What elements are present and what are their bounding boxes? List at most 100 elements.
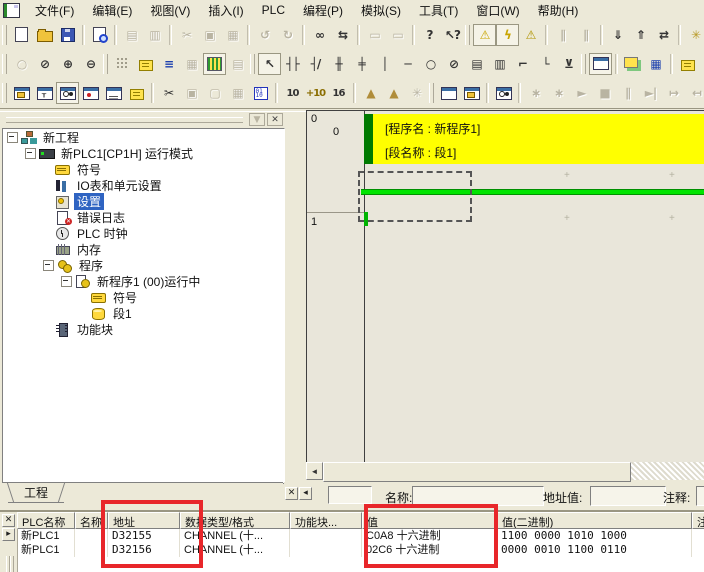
window-view-icon[interactable] <box>589 53 612 75</box>
toolbar-grip[interactable] <box>429 83 434 103</box>
show-symbol-window-icon[interactable] <box>492 82 515 104</box>
show-diagram-window-icon[interactable] <box>437 82 460 104</box>
toolbar-grip[interactable] <box>2 54 7 74</box>
window-properties-icon[interactable] <box>125 82 148 104</box>
menu-item-7[interactable]: 工具(T) <box>410 0 467 21</box>
window-watch-icon[interactable] <box>56 82 79 104</box>
watch-column-header[interactable]: 值(二进制) <box>497 512 692 529</box>
view-properties-icon[interactable] <box>88 24 111 46</box>
binary-monitor-icon[interactable] <box>249 82 272 104</box>
new-closed-contact-icon[interactable]: ┤/ <box>304 53 327 75</box>
new-or-contact-icon[interactable]: ╫ <box>327 53 350 75</box>
monitor-icon[interactable]: ϟ <box>496 24 519 46</box>
tree-item-plc-clock[interactable]: PLC 时钟 <box>3 225 284 241</box>
new-instruction-2-icon[interactable]: ▥ <box>488 53 511 75</box>
toolbar-grip[interactable] <box>465 25 470 45</box>
tree-expander-project[interactable] <box>7 132 18 143</box>
menu-item-2[interactable]: 视图(V) <box>141 0 199 21</box>
set-value-up-1-icon[interactable]: ▲ <box>359 82 382 104</box>
watch-column-header[interactable]: PLC名称 <box>17 512 75 529</box>
watch-close-button[interactable]: ✕ <box>2 514 15 527</box>
menu-item-0[interactable]: 文件(F) <box>26 0 83 21</box>
tree-expander-programs[interactable] <box>43 260 54 271</box>
tree-item-programs[interactable]: 程序 <box>3 257 284 273</box>
tree-item-section-1[interactable]: 段1 <box>3 305 284 321</box>
bar-collapse-button[interactable]: ◂ <box>299 487 312 500</box>
online-edit-begin-icon[interactable]: ✳ <box>684 24 704 46</box>
ladder-editor[interactable]: 0 0 1 [程序名 : 新程序1] [段名称 : 段1] + + + + <box>306 110 704 463</box>
menu-item-6[interactable]: 模拟(S) <box>352 0 410 21</box>
tree-item-io-table[interactable]: IO表和单元设置 <box>3 177 284 193</box>
window-explorer-icon[interactable] <box>10 82 33 104</box>
stack-view-icon[interactable] <box>621 53 644 75</box>
new-or-closed-contact-icon[interactable]: ╪ <box>350 53 373 75</box>
address-input[interactable] <box>590 486 666 506</box>
watch-grip[interactable] <box>10 556 14 572</box>
watch-column-header[interactable]: 名称 <box>75 512 108 529</box>
zoom-out-icon[interactable]: ⊖ <box>79 53 102 75</box>
watch-row[interactable]: 新PLC1D32155CHANNEL (十...C0A8 十六进制1100 00… <box>17 529 704 543</box>
toolbar-grip[interactable] <box>2 83 7 103</box>
zoom-to-fit-icon[interactable]: ⊘ <box>33 53 56 75</box>
rung-comment-icon[interactable] <box>134 53 157 75</box>
comment-input[interactable] <box>696 486 704 506</box>
invert-result-icon[interactable]: ⊻ <box>557 53 580 75</box>
watch-column-header[interactable]: 地址 <box>108 512 180 529</box>
new-instruction-icon[interactable]: ▤ <box>465 53 488 75</box>
replace-icon[interactable]: ⇆ <box>331 24 354 46</box>
tree-item-error-log[interactable]: 错误日志 <box>3 209 284 225</box>
monitor-sampling-icon[interactable]: ⚠ <box>519 24 542 46</box>
menu-item-3[interactable]: 插入(I) <box>199 0 252 21</box>
tree-expander-program-1[interactable] <box>61 276 72 287</box>
show-mnemonic-window-icon[interactable] <box>460 82 483 104</box>
find-bit-addresses-icon[interactable]: ✂ <box>157 82 180 104</box>
watch-sheet-button[interactable]: ▸ <box>2 528 15 541</box>
set-value-up-2-icon[interactable]: ▲ <box>382 82 405 104</box>
transfer-from-plc-icon[interactable]: ⇑ <box>629 24 652 46</box>
line-corner-icon[interactable]: └ <box>534 53 557 75</box>
watch-row[interactable]: 新PLC1D32156CHANNEL (十...02C6 十六进制0000 00… <box>17 543 704 557</box>
window-output-icon[interactable] <box>33 82 56 104</box>
toolbar-grip[interactable] <box>250 54 255 74</box>
toggle-grid-icon[interactable] <box>111 53 134 75</box>
cell-selection-cursor[interactable] <box>358 171 472 222</box>
ladder-window-icon[interactable] <box>3 3 20 18</box>
new-coil-icon[interactable]: ○ <box>419 53 442 75</box>
open-file-icon[interactable] <box>33 24 56 46</box>
window-cross-reference-icon[interactable] <box>79 82 102 104</box>
menu-item-9[interactable]: 帮助(H) <box>529 0 588 21</box>
name-input[interactable] <box>412 486 544 506</box>
find-icon[interactable]: ∞ <box>308 24 331 46</box>
zoom-in-icon[interactable]: ⊕ <box>56 53 79 75</box>
tab-project[interactable]: 工程 <box>8 483 64 503</box>
tree-item-program-symbols[interactable]: 符号 <box>3 289 284 305</box>
tree-expander-plc[interactable] <box>25 148 36 159</box>
horizontal-line-icon[interactable]: ─ <box>396 53 419 75</box>
context-help-icon[interactable]: ↖? <box>441 24 464 46</box>
menu-item-8[interactable]: 窗口(W) <box>467 0 528 21</box>
monitor-signed-decimal-icon[interactable]: +10 <box>304 82 327 104</box>
panel-close-button[interactable]: ✕ <box>267 113 283 126</box>
scrollbar-thumb[interactable] <box>323 462 631 482</box>
tree-item-symbols[interactable]: 符号 <box>3 161 284 177</box>
memory-view-icon[interactable]: ▦ <box>644 53 667 75</box>
toolbar-grip[interactable] <box>103 54 108 74</box>
menu-item-5[interactable]: 编程(P) <box>294 0 352 21</box>
watch-register-icon[interactable] <box>676 53 699 75</box>
panel-grip[interactable] <box>6 117 243 123</box>
io-comment-view-icon[interactable] <box>203 53 226 75</box>
new-contact-icon[interactable]: ┤├ <box>281 53 304 75</box>
toolbar-grip[interactable] <box>581 54 586 74</box>
watch-column-header[interactable]: 注释 <box>692 512 704 529</box>
watch-column-header[interactable]: 数据类型/格式 <box>180 512 290 529</box>
watch-column-header[interactable]: 功能块... <box>290 512 362 529</box>
tree-item-memory[interactable]: 内存 <box>3 241 284 257</box>
work-online-icon[interactable]: ⚠ <box>473 24 496 46</box>
new-closed-coil-icon[interactable]: ⊘ <box>442 53 465 75</box>
vertical-line-icon[interactable]: │ <box>373 53 396 75</box>
menu-item-1[interactable]: 编辑(E) <box>83 0 141 21</box>
new-inverted-branch-icon[interactable]: ⌐ <box>511 53 534 75</box>
menu-item-4[interactable]: PLC <box>253 1 294 19</box>
toolbar-grip[interactable] <box>2 25 7 45</box>
scroll-left-button[interactable]: ◄ <box>306 462 323 480</box>
